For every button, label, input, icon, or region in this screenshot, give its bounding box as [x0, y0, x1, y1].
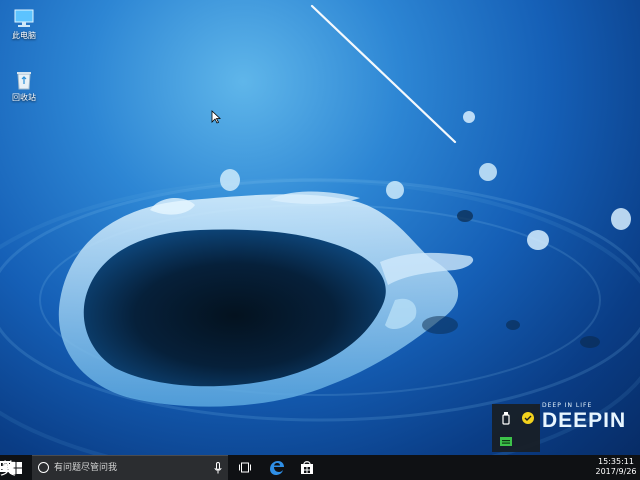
- usb-device-icon[interactable]: [499, 410, 513, 425]
- brand-wordmark: DEEPIN: [542, 409, 627, 432]
- taskbar: 有问题尽管问我 英 M 15:35:11 2017/9/26: [0, 455, 640, 480]
- tray-overflow-popup: [492, 404, 540, 452]
- clock-time: 15:35:11: [598, 457, 634, 466]
- desktop-icon-recycle-bin[interactable]: 回收站: [2, 69, 46, 103]
- deepin-logo: DEEP IN LIFE DEEPIN: [542, 402, 626, 433]
- store-button[interactable]: [292, 455, 322, 480]
- chat-app-icon[interactable]: [521, 410, 535, 424]
- task-view-button[interactable]: [230, 455, 260, 480]
- search-placeholder: 有问题尽管问我: [54, 463, 118, 473]
- clock-date: 2017/9/26: [595, 467, 637, 476]
- water-splash-image: [0, 4, 640, 455]
- brand-tagline: DEEP IN LIFE: [542, 402, 593, 409]
- edge-icon: [270, 461, 284, 475]
- task-view-icon: [239, 462, 251, 473]
- network-manager-icon[interactable]: [499, 433, 513, 447]
- store-bag-icon: [301, 461, 313, 474]
- desktop-icon-label: 此电脑: [12, 31, 36, 40]
- desktop-icon-label: 回收站: [12, 93, 36, 102]
- mouse-cursor-icon: [211, 110, 221, 124]
- edge-browser-button[interactable]: [262, 455, 292, 480]
- recycle-bin-icon: [13, 69, 35, 91]
- microphone-icon[interactable]: [214, 462, 222, 474]
- computer-icon: [13, 7, 35, 29]
- ime-mode-label: M: [0, 461, 11, 472]
- desktop-wallpaper: [0, 0, 640, 455]
- taskbar-clock[interactable]: 15:35:11 2017/9/26: [594, 457, 638, 477]
- desktop-icon-this-pc[interactable]: 此电脑: [2, 7, 46, 41]
- taskbar-search-box[interactable]: 有问题尽管问我: [32, 455, 228, 480]
- cortana-icon: [38, 462, 49, 473]
